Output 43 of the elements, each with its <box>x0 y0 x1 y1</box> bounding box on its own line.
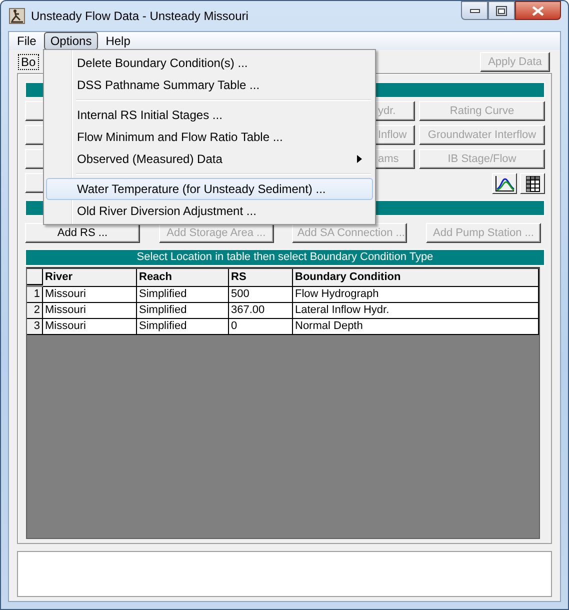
menu-option[interactable]: Delete Boundary Condition(s) ... <box>46 52 373 74</box>
close-icon <box>532 6 544 16</box>
table-cell: Missouri <box>43 303 137 319</box>
menu-option[interactable]: Water Temperature (for Unsteady Sediment) ... <box>46 178 373 200</box>
minimize-icon <box>470 8 480 12</box>
maximize-icon <box>496 6 507 16</box>
menu-option[interactable]: DSS Pathname Summary Table ... <box>46 74 373 96</box>
maximize-button[interactable] <box>488 1 515 20</box>
checkbox-label[interactable]: Bo <box>18 54 39 70</box>
menu-option[interactable]: Flow Minimum and Flow Ratio Table ... <box>46 126 373 148</box>
column-header: Boundary Condition <box>293 269 539 287</box>
table-cell: Simplified <box>137 319 229 335</box>
menu-item[interactable]: Help <box>100 32 136 50</box>
table-cell: Normal Depth <box>293 319 539 335</box>
column-header: RS <box>229 269 293 287</box>
row-number: 2 <box>27 303 43 319</box>
window-title: Unsteady Flow Data - Unsteady Missouri <box>31 9 248 23</box>
menu-option[interactable]: Internal RS Initial Stages ... <box>46 104 373 126</box>
menu-option[interactable]: Observed (Measured) Data <box>46 148 373 170</box>
table-cell: Flow Hydrograph <box>293 287 539 303</box>
menu-option[interactable]: Old River Diversion Adjustment ... <box>46 200 373 222</box>
table-cell: 0 <box>229 319 293 335</box>
table-cell: Lateral Inflow Hydr. <box>293 303 539 319</box>
close-button[interactable] <box>515 1 561 20</box>
table-cell: Missouri <box>43 319 137 335</box>
column-header: Reach <box>137 269 229 287</box>
table-cell: 500 <box>229 287 293 303</box>
table-icon[interactable] <box>520 173 545 194</box>
table-cell: 367.00 <box>229 303 293 319</box>
table-cell: Simplified <box>137 303 229 319</box>
row-number: 3 <box>27 319 43 335</box>
corner-cell <box>27 269 43 285</box>
menu-item[interactable]: Options <box>44 32 98 50</box>
table-cell: Simplified <box>137 287 229 303</box>
app-icon <box>9 8 25 24</box>
column-header: River <box>43 269 137 287</box>
row-number: 1 <box>27 287 43 303</box>
table-caption: Select Location in table then select Boundary Condition Type <box>25 249 545 266</box>
add-button[interactable]: Add RS ... <box>25 223 140 243</box>
plot-icon[interactable] <box>492 173 517 194</box>
minimize-button[interactable] <box>461 1 488 20</box>
table-cell: Missouri <box>43 287 137 303</box>
menu-item[interactable]: File <box>11 32 42 50</box>
